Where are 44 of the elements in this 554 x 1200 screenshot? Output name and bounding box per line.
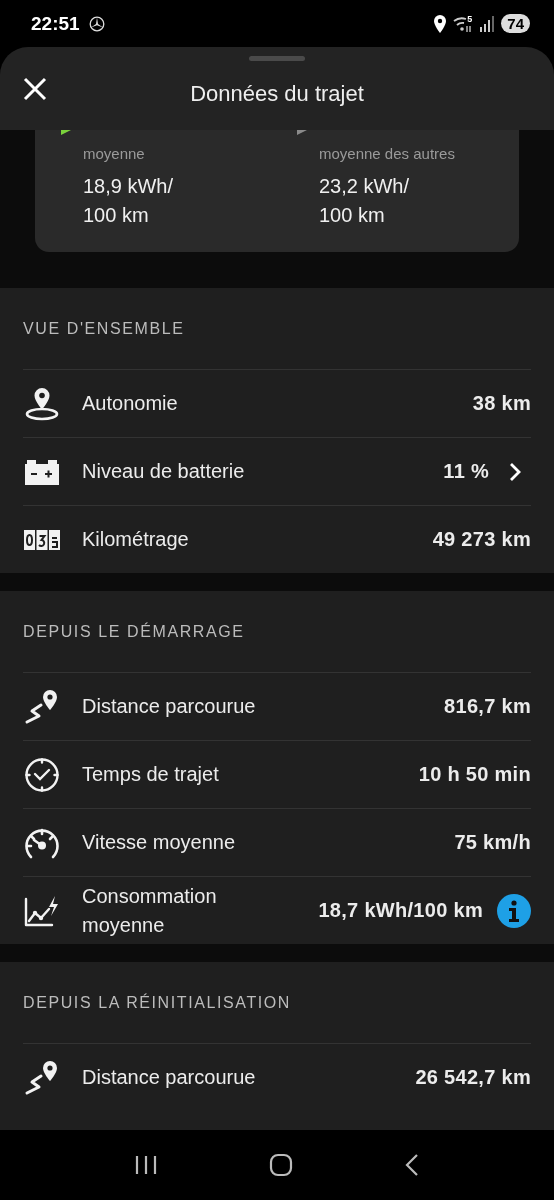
- stat-label: Consommation moyenne: [82, 883, 218, 938]
- stat-value: 10 h 50 min: [418, 763, 531, 786]
- stat-label: Distance parcourue: [82, 1065, 257, 1090]
- section-heading: DEPUIS LA RÉINITIALISATION: [23, 992, 293, 1013]
- signal-icon: [479, 15, 496, 32]
- comparison-value: 18,9 kWh/ 100 km: [83, 174, 175, 228]
- stat-value: 11 %: [443, 460, 489, 483]
- recent-apps-button[interactable]: [133, 1155, 158, 1175]
- location-pin-icon: [23, 385, 60, 422]
- wifi-icon: [453, 15, 474, 32]
- stat-label: Temps de trajet: [82, 762, 220, 787]
- chevron-button[interactable]: [509, 461, 521, 482]
- stat-value: 38 km: [472, 392, 531, 415]
- wifi-band-label: 5: [467, 13, 473, 24]
- clock-check-icon: [23, 756, 60, 793]
- comparison-value: 23,2 kWh/ 100 km: [319, 174, 411, 228]
- stat-value: 49 273 km: [432, 528, 531, 551]
- stat-value: 816,7 km: [444, 695, 531, 718]
- battery-level: 74: [501, 14, 530, 33]
- stat-label: Niveau de batterie: [82, 459, 246, 484]
- comparison-label: moyenne: [83, 144, 146, 164]
- stat-label: Kilométrage: [82, 527, 190, 552]
- stat-label: Distance parcourue: [82, 694, 257, 719]
- info-icon[interactable]: [497, 893, 531, 928]
- stat-label: Autonomie: [82, 391, 179, 416]
- stat-value: 26 542,7 km: [415, 1066, 531, 1089]
- stat-value: 75 km/h: [454, 831, 531, 854]
- stat-label: Vitesse moyenne: [82, 830, 237, 855]
- route-pin-icon: [23, 688, 60, 725]
- counter-icon: [23, 528, 60, 551]
- chart-bolt-icon: [23, 894, 60, 927]
- section-heading: DEPUIS LE DÉMARRAGE: [23, 621, 246, 642]
- clock-time: 22:51: [31, 12, 80, 35]
- sheet-title: Données du trajet: [189, 79, 365, 107]
- comparison-label: moyenne des autres: [319, 144, 456, 164]
- home-button[interactable]: [269, 1153, 293, 1177]
- stat-value: 18,7 kWh/100 km: [318, 899, 483, 922]
- close-button[interactable]: [22, 75, 48, 102]
- route-pin-icon: [23, 1059, 60, 1096]
- battery-icon: [23, 457, 60, 486]
- drag-handle[interactable]: [249, 56, 305, 61]
- section-heading: VUE D'ENSEMBLE: [23, 319, 186, 339]
- location-icon: [433, 14, 448, 33]
- back-button[interactable]: [404, 1153, 421, 1177]
